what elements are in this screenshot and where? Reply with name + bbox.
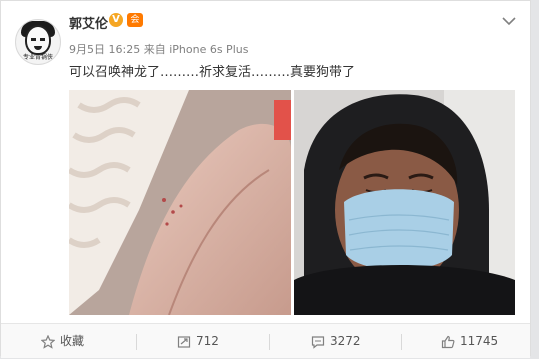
thumbs-up-icon [441, 335, 455, 348]
comment-icon [311, 335, 325, 349]
favorite-label: 收藏 [60, 334, 85, 348]
action-divider [269, 334, 270, 350]
verified-badge-icon[interactable]: V [109, 13, 123, 27]
post-meta: 9月5日 16:25 来自 iPhone 6s Plus [69, 41, 248, 57]
post-source-prefix: 来自 [143, 43, 166, 56]
repost-icon [177, 335, 191, 348]
avatar-eye [31, 38, 36, 41]
favorite-icon [41, 334, 55, 349]
post-timestamp[interactable]: 9月5日 16:25 [69, 43, 140, 56]
chevron-down-icon[interactable] [501, 15, 517, 27]
avatar-caption: 专业背锅侠 [22, 54, 53, 61]
member-badge-icon[interactable]: 会 [127, 13, 143, 27]
action-bar: 收藏 712 3272 11745 [1, 323, 530, 358]
avatar-face [25, 25, 51, 55]
avatar[interactable]: 专业背锅侠 [15, 19, 61, 65]
repost-count: 712 [196, 334, 219, 348]
comment-button[interactable]: 3272 [311, 324, 361, 358]
photo-masked-man-illustration [294, 90, 515, 315]
repost-button[interactable]: 712 [177, 324, 219, 358]
post-photo-hand[interactable] [69, 90, 291, 315]
username[interactable]: 郭艾伦 [69, 13, 108, 32]
post-photo-masked-man[interactable] [294, 90, 515, 315]
post-source-device[interactable]: iPhone 6s Plus [169, 43, 248, 56]
like-count: 11745 [460, 334, 499, 348]
like-button[interactable]: 11745 [441, 324, 498, 358]
avatar-eye [40, 38, 45, 41]
action-divider [136, 334, 137, 350]
favorite-button[interactable]: 收藏 [41, 324, 84, 358]
action-divider [401, 334, 402, 350]
comment-count: 3272 [330, 334, 361, 348]
post-text: 可以召唤神龙了………祈求复活………真要狗带了 [69, 65, 356, 80]
photo-hand-illustration [69, 90, 291, 315]
weibo-post-card: 专业背锅侠 郭艾伦 V 会 9月5日 16:25 来自 iPhone 6s Pl… [0, 0, 531, 358]
